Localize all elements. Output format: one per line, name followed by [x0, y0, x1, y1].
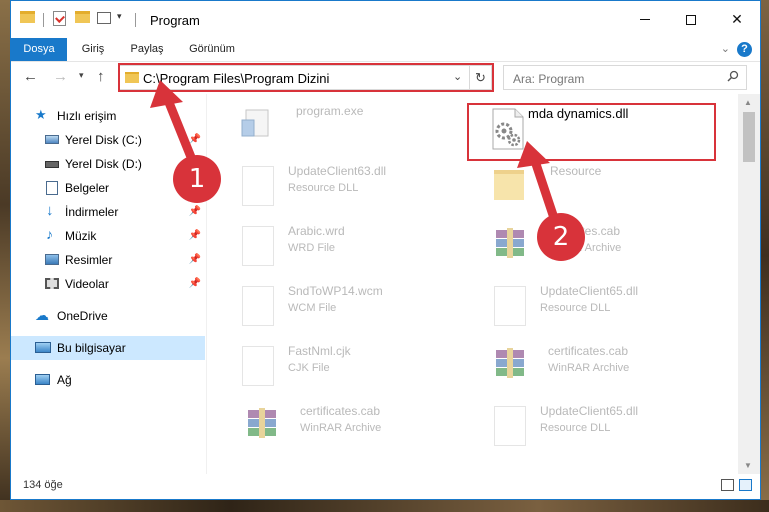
file-item[interactable]: SndToWP14.wcm WCM File — [240, 284, 440, 328]
nav-item-this-pc[interactable]: Bu bilgisayar — [11, 336, 205, 360]
dll-icon — [242, 166, 274, 206]
nav-item-onedrive[interactable]: ☁ OneDrive — [11, 304, 205, 328]
vertical-scrollbar[interactable]: ▲ ▼ — [738, 94, 760, 474]
search-box[interactable]: Ara: Program — [503, 65, 747, 90]
documents-icon — [46, 181, 58, 195]
pictures-icon — [45, 254, 59, 265]
desktop-background-bottom — [0, 500, 769, 512]
doc-icon — [242, 226, 274, 266]
file-item[interactable]: UpdateClient63.dll Resource DLL — [240, 164, 440, 208]
navigation-bar: ← → ▾ ↑ C:\Program Files\Program Dizini … — [11, 62, 760, 94]
dll-icon — [494, 286, 526, 326]
nav-item-downloads[interactable]: ↓ İndirmeler 📌 — [11, 200, 205, 224]
search-placeholder: Ara: Program — [513, 72, 585, 86]
view-options-button[interactable] — [97, 12, 111, 24]
file-item[interactable]: certificates.cab WinRAR Archive — [492, 344, 692, 388]
pin-icon: 📌 — [188, 134, 201, 145]
status-bar: 134 öğe — [11, 474, 760, 499]
pin-icon: 📌 — [188, 230, 201, 241]
dll-icon — [494, 406, 526, 446]
scroll-down-icon[interactable]: ▼ — [744, 461, 752, 470]
quick-access-separator — [43, 13, 44, 27]
rar-icon — [246, 406, 278, 446]
rar-icon — [494, 226, 526, 266]
exe-icon — [240, 106, 272, 146]
pin-icon: 📌 — [188, 254, 201, 265]
computer-icon — [35, 342, 51, 353]
file-item[interactable]: UpdateClient65.dll Resource DLL — [492, 404, 692, 448]
close-button[interactable]: ✕ — [714, 1, 760, 38]
nav-item-videos[interactable]: Videolar 📌 — [11, 272, 205, 296]
scroll-up-icon[interactable]: ▲ — [744, 98, 752, 107]
tab-dosya[interactable]: Dosya — [11, 38, 67, 61]
tab-paylas[interactable]: Paylaş — [123, 38, 171, 61]
nav-item-pictures[interactable]: Resimler 📌 — [11, 248, 205, 272]
large-icons-view-icon[interactable] — [739, 479, 752, 491]
recent-locations-chevron-icon[interactable]: ▾ — [79, 70, 84, 81]
desktop-background-right — [761, 0, 769, 512]
desktop-background-left — [0, 0, 10, 512]
title-bar: ▾ Program ✕ — [11, 1, 760, 38]
doc-icon — [242, 286, 274, 326]
folder-item[interactable]: Resource — [492, 164, 692, 208]
navigation-pane: ★ Hızlı erişim Yerel Disk (C:) 📌 Yerel D… — [11, 94, 207, 474]
nav-item-quick-access[interactable]: ★ Hızlı erişim — [11, 104, 205, 128]
drive-icon — [45, 135, 59, 144]
file-item[interactable]: certificates.cab WinRAR Archive — [244, 404, 444, 448]
nav-item-network[interactable]: Ağ — [11, 368, 205, 392]
address-highlight-box — [118, 63, 494, 92]
pin-icon: 📌 — [188, 278, 201, 289]
minimize-button[interactable] — [622, 1, 668, 38]
file-item[interactable]: UpdateClient65.dll Resource DLL — [492, 284, 692, 328]
scroll-thumb[interactable] — [743, 112, 755, 162]
file-item[interactable]: FastNml.cjk CJK File — [240, 344, 440, 388]
file-item[interactable]: certificates.cab WinRAR Archive — [492, 224, 692, 268]
up-arrow-icon[interactable]: ↑ — [97, 68, 105, 85]
folder-icon — [20, 11, 35, 23]
nav-item-local-disk-c[interactable]: Yerel Disk (C:) 📌 — [11, 128, 205, 152]
cloud-icon: ☁ — [35, 307, 49, 323]
tab-gorunum[interactable]: Görünüm — [181, 38, 243, 61]
download-icon: ↓ — [46, 202, 54, 219]
close-icon: ✕ — [731, 11, 743, 27]
drive-icon — [45, 161, 59, 168]
ribbon-tabs: Dosya Giriş Paylaş Görünüm ⌄ ? — [11, 38, 760, 62]
title-separator — [135, 13, 136, 27]
details-view-icon[interactable] — [721, 479, 734, 491]
expand-ribbon-icon[interactable]: ⌄ — [721, 42, 730, 55]
step-2-badge: 2 — [537, 213, 585, 261]
maximize-icon — [686, 14, 696, 25]
search-icon — [727, 70, 739, 82]
forward-arrow-icon[interactable]: → — [53, 68, 68, 85]
music-icon: ♪ — [46, 226, 53, 242]
item-count: 134 öğe — [23, 479, 63, 491]
network-icon — [35, 374, 50, 385]
nav-item-music[interactable]: ♪ Müzik 📌 — [11, 224, 205, 248]
tab-giris[interactable]: Giriş — [73, 38, 113, 61]
new-folder-button[interactable] — [75, 11, 90, 23]
file-item[interactable]: program.exe — [238, 104, 438, 148]
doc-icon — [242, 346, 274, 386]
step-1-badge: 1 — [173, 155, 221, 203]
back-arrow-icon[interactable]: ← — [23, 68, 38, 85]
folder-icon — [494, 170, 524, 200]
file-highlight-box — [467, 103, 716, 161]
maximize-button[interactable] — [668, 1, 714, 38]
videos-icon — [45, 278, 59, 289]
pin-icon: 📌 — [188, 206, 201, 217]
properties-button[interactable] — [53, 11, 66, 26]
star-icon: ★ — [35, 107, 47, 122]
minimize-icon — [640, 19, 650, 20]
help-icon[interactable]: ? — [737, 42, 752, 57]
quick-access-dropdown-icon[interactable]: ▾ — [117, 11, 122, 22]
rar-icon — [494, 346, 526, 386]
file-item[interactable]: Arabic.wrd WRD File — [240, 224, 440, 268]
explorer-window: ▾ Program ✕ Dosya Giriş Paylaş Görünüm ⌄… — [10, 0, 761, 500]
window-title: Program — [150, 13, 200, 28]
